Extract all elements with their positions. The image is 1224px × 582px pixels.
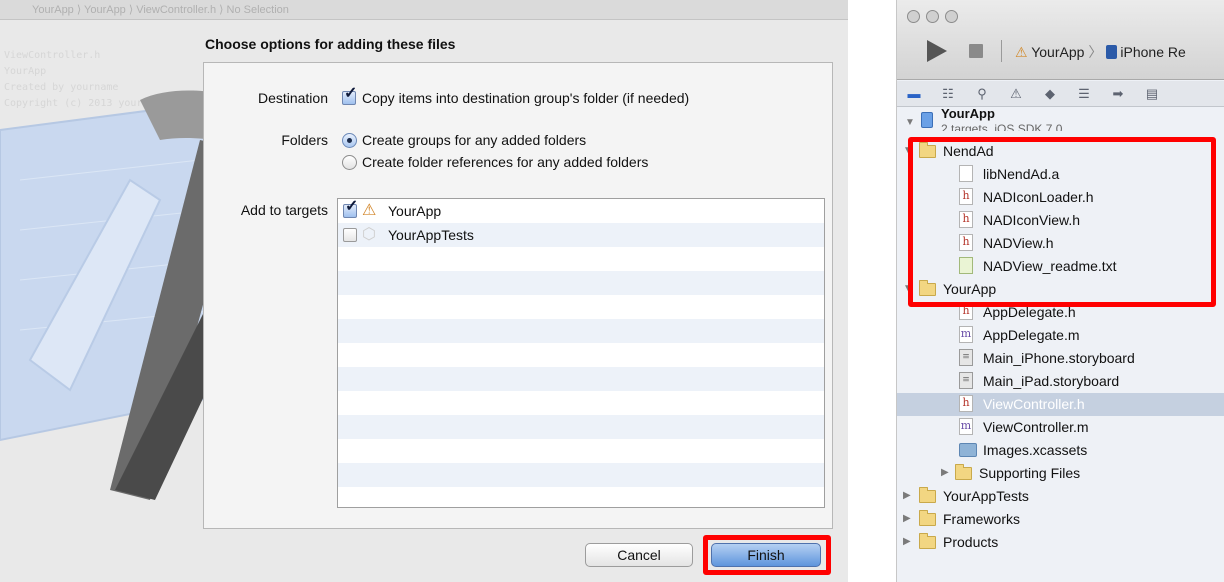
storyboard-file-icon: ≡ (959, 372, 973, 389)
chevron-right-icon: 〉 (1088, 44, 1103, 60)
tree-row-label: ViewController.h (983, 396, 1085, 412)
tree-row[interactable]: ▶ Products (897, 531, 1224, 554)
target-checkbox[interactable] (343, 228, 357, 242)
source-file-icon: m (959, 326, 973, 343)
copy-items-label[interactable]: Copy items into destination group's fold… (362, 90, 689, 106)
target-checkbox[interactable]: ✓ (343, 199, 358, 218)
tree-row[interactable]: Images.xcassets (897, 439, 1224, 462)
scheme-app-label: YourApp (1031, 44, 1085, 60)
checkmark-icon: ✓ (345, 198, 359, 215)
asset-catalog-icon (959, 443, 977, 457)
cancel-button[interactable]: Cancel (585, 543, 693, 567)
tree-row[interactable]: ≡ Main_iPhone.storyboard (897, 347, 1224, 370)
tree-row[interactable]: ▶ Supporting Files (897, 462, 1224, 485)
disclosure-closed-icon[interactable]: ▶ (941, 467, 949, 478)
project-name[interactable]: YourApp (941, 106, 995, 121)
source-file-icon: m (959, 418, 973, 435)
test-target-icon: ⬡ (362, 226, 376, 243)
finish-highlight-box (703, 535, 831, 575)
background-jump-bar: YourApp ⟩ YourApp ⟩ ViewController.h ⟩ N… (0, 0, 848, 20)
tree-row[interactable]: h ViewController.h (897, 393, 1224, 416)
app-target-icon: ⚠ (1015, 44, 1028, 60)
disclosure-closed-icon[interactable]: ▶ (903, 536, 911, 547)
folder-icon (919, 533, 936, 549)
scheme-device-label: iPhone Re (1120, 44, 1186, 60)
checkmark-icon: ✓ (344, 85, 358, 102)
xcode-toolbar: ⚠ YourApp 〉 iPhone Re (897, 0, 1224, 80)
tree-row-label: AppDelegate.m (983, 327, 1080, 343)
toolbar-divider (1001, 40, 1002, 62)
storyboard-file-icon: ≡ (959, 349, 973, 366)
run-icon[interactable] (927, 40, 947, 62)
tree-row-label: Images.xcassets (983, 442, 1088, 458)
minimize-window-icon[interactable] (926, 10, 939, 23)
disclosure-closed-icon[interactable]: ▶ (903, 490, 911, 501)
stop-icon[interactable] (969, 44, 983, 58)
create-folder-references-label[interactable]: Create folder references for any added f… (362, 154, 648, 170)
list-item[interactable]: ⬡ YourAppTests (338, 223, 824, 247)
header-file-icon: h (959, 395, 973, 412)
nendad-highlight-box (908, 137, 1216, 307)
create-groups-radio[interactable] (342, 133, 357, 148)
iphone-icon (1106, 45, 1118, 59)
list-item[interactable]: ✓ ⚠ YourApp (338, 199, 824, 223)
debug-navigator-icon[interactable]: ☰ (1075, 86, 1093, 102)
target-label: YourApp (388, 203, 442, 219)
target-label: YourAppTests (388, 227, 474, 243)
symbol-navigator-icon[interactable]: ☷ (939, 86, 957, 102)
tree-row[interactable]: m ViewController.m (897, 416, 1224, 439)
folder-icon (919, 487, 936, 503)
tree-row-label: Main_iPhone.storyboard (983, 350, 1135, 366)
tree-row-label: Supporting Files (979, 465, 1081, 481)
tree-row[interactable]: ▶ Frameworks (897, 508, 1224, 531)
app-target-icon: ⚠ (362, 202, 377, 219)
create-folder-references-radio[interactable] (342, 155, 357, 170)
folders-label: Folders (281, 132, 328, 148)
copy-items-checkbox[interactable]: ✓ (342, 86, 357, 105)
tree-row-label: Products (943, 534, 999, 550)
breakpoint-navigator-icon[interactable]: ➡ (1109, 86, 1127, 102)
search-icon[interactable]: ⚲ (973, 86, 991, 102)
navigator-selector-bar: ▬ ☷ ⚲ ⚠ ◆ ☰ ➡ ▤ (897, 81, 1224, 107)
project-icon (921, 112, 933, 128)
tree-row[interactable]: ▶ YourAppTests (897, 485, 1224, 508)
scheme-selector[interactable]: ⚠ YourApp 〉 iPhone Re (1015, 42, 1186, 62)
sheet-title: Choose options for adding these files (205, 36, 456, 52)
issue-navigator-icon[interactable]: ⚠ (1007, 86, 1025, 102)
add-to-targets-label: Add to targets (240, 202, 328, 218)
destination-label: Destination (257, 90, 328, 106)
folder-icon (955, 464, 972, 480)
disclosure-closed-icon[interactable]: ▶ (903, 513, 911, 524)
tree-row-label: Main_iPad.storyboard (983, 373, 1120, 389)
tree-row-label: Frameworks (943, 511, 1021, 527)
project-subtitle: 2 targets, iOS SDK 7.0 (941, 122, 1063, 131)
folder-icon (919, 510, 936, 526)
tree-row[interactable]: ≡ Main_iPad.storyboard (897, 370, 1224, 393)
tree-row-label: YourAppTests (943, 488, 1029, 504)
project-navigator-icon[interactable]: ▬ (905, 86, 923, 101)
disclosure-open-icon[interactable]: ▼ (905, 117, 915, 128)
add-files-options-sheet: YourApp ⟩ YourApp ⟩ ViewController.h ⟩ N… (0, 0, 848, 582)
targets-list[interactable]: ✓ ⚠ YourApp ⬡ YourAppTests (337, 198, 825, 508)
create-groups-label[interactable]: Create groups for any added folders (362, 132, 586, 148)
tree-row-label: ViewController.m (983, 419, 1089, 435)
close-window-icon[interactable] (907, 10, 920, 23)
test-navigator-icon[interactable]: ◆ (1041, 86, 1059, 102)
zoom-window-icon[interactable] (945, 10, 958, 23)
tree-row[interactable]: m AppDelegate.m (897, 324, 1224, 347)
log-navigator-icon[interactable]: ▤ (1143, 86, 1161, 102)
